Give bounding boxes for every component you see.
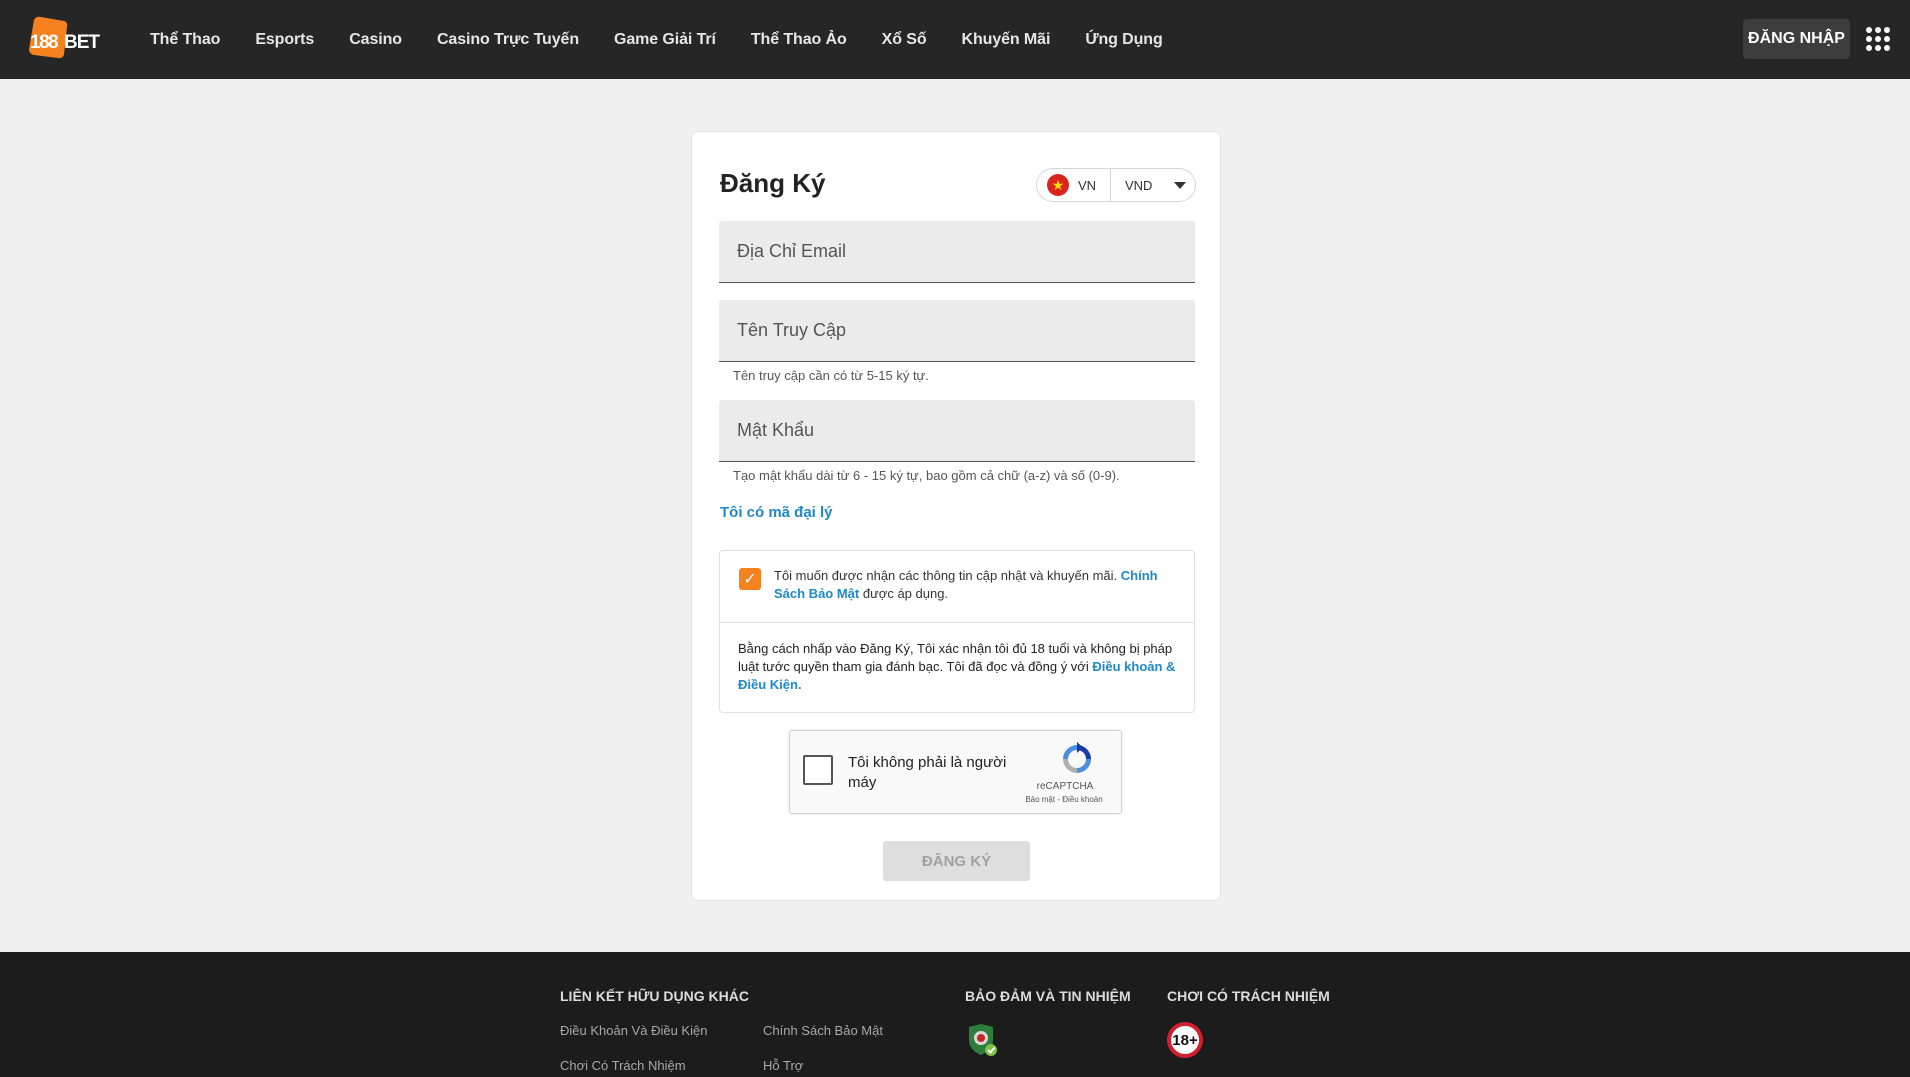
terms-consent-text: Bằng cách nhấp vào Đăng Ký, Tôi xác nhận… — [738, 640, 1178, 694]
brand-logo[interactable]: 188 BET — [26, 14, 102, 62]
svg-text:188: 188 — [30, 32, 58, 53]
username-hint: Tên truy cập cần có từ 5-15 ký tự. — [733, 368, 929, 383]
email-field-wrapper — [719, 221, 1195, 283]
marketing-text: Tôi muốn được nhận các thông tin cập nhậ… — [774, 568, 1118, 583]
username-field-wrapper — [719, 300, 1195, 362]
shield-check-icon[interactable] — [966, 1022, 998, 1058]
grid-menu-icon[interactable] — [1866, 27, 1890, 51]
username-field[interactable] — [719, 300, 1195, 361]
password-field-wrapper — [719, 400, 1195, 462]
nav-item-xo-so[interactable]: Xổ Số — [882, 31, 927, 49]
password-hint: Tạo mật khẩu dài từ 6 - 15 ký tự, bao gồ… — [733, 468, 1120, 483]
trust-heading: BẢO ĐẢM VÀ TIN NHIỆM — [965, 988, 1131, 1004]
top-navbar: 188 BET Thể Thao Esports Casino Casino T… — [0, 0, 1910, 79]
recaptcha-widget: Tôi không phải là người máy reCAPTCHA Bả… — [789, 730, 1122, 814]
recaptcha-logo-icon — [1063, 742, 1091, 773]
recaptcha-label: Tôi không phải là người máy — [848, 754, 1007, 791]
nav-item-ung-dung[interactable]: Ứng Dụng — [1085, 31, 1162, 49]
nav-item-the-thao-ao[interactable]: Thể Thao Ảo — [751, 31, 847, 49]
footer-link-terms[interactable]: Điều Khoản Và Điều Kiện — [560, 1023, 707, 1038]
useful-links-heading: LIÊN KẾT HỮU DỤNG KHÁC — [560, 988, 749, 1004]
footer: LIÊN KẾT HỮU DỤNG KHÁC Điều Khoản Và Điề… — [0, 952, 1910, 1077]
footer-link-support[interactable]: Hỗ Trợ — [763, 1058, 803, 1073]
register-card: Đăng Ký ★ VN VND Tên truy cập cần có từ … — [691, 131, 1221, 901]
age-restriction-badge[interactable]: 18+ — [1167, 1022, 1203, 1058]
email-field[interactable] — [719, 221, 1195, 282]
consent-box: ✓ Tôi muốn được nhận các thông tin cập n… — [719, 550, 1195, 713]
nav-item-game-giai-tri[interactable]: Game Giải Trí — [614, 31, 716, 49]
nav-item-esports[interactable]: Esports — [255, 31, 314, 49]
divider — [1110, 168, 1111, 202]
footer-link-responsible[interactable]: Chơi Có Trách Nhiệm — [560, 1058, 686, 1073]
password-field[interactable] — [719, 400, 1195, 461]
checkmark-icon: ✓ — [743, 571, 757, 588]
recaptcha-links[interactable]: Bảo mật - Điều khoản — [1009, 795, 1119, 804]
main-nav: Thể Thao Esports Casino Casino Trực Tuyế… — [150, 0, 1198, 79]
region-currency-selector[interactable]: ★ VN VND — [1036, 168, 1196, 202]
agent-code-link[interactable]: Tôi có mã đại lý — [720, 504, 833, 521]
login-button[interactable]: ĐĂNG NHẬP — [1743, 19, 1850, 59]
nav-item-khuyen-mai[interactable]: Khuyến Mãi — [962, 31, 1051, 49]
responsible-gaming-heading: CHƠI CÓ TRÁCH NHIỆM — [1167, 988, 1330, 1004]
nav-item-casino[interactable]: Casino — [349, 31, 402, 49]
recaptcha-checkbox[interactable] — [803, 755, 833, 785]
country-code: VN — [1078, 177, 1097, 193]
nav-item-casino-truc-tuyen[interactable]: Casino Trực Tuyến — [437, 31, 579, 49]
chevron-down-icon — [1174, 181, 1186, 189]
marketing-consent-text: Tôi muốn được nhận các thông tin cập nhậ… — [774, 567, 1179, 603]
marketing-suffix: được áp dụng. — [862, 586, 949, 601]
footer-link-privacy[interactable]: Chính Sách Bảo Mật — [763, 1023, 883, 1038]
recaptcha-brand: reCAPTCHA — [1036, 781, 1094, 792]
marketing-consent: ✓ Tôi muốn được nhận các thông tin cập n… — [720, 551, 1194, 623]
page-title: Đăng Ký — [720, 168, 826, 198]
marketing-checkbox[interactable]: ✓ — [739, 568, 761, 590]
svg-text:BET: BET — [64, 32, 100, 53]
nav-item-the-thao[interactable]: Thể Thao — [150, 31, 220, 49]
register-submit-button[interactable]: ĐĂNG KÝ — [883, 841, 1030, 881]
vietnam-flag-icon: ★ — [1047, 174, 1069, 196]
currency-code: VND — [1125, 177, 1153, 193]
